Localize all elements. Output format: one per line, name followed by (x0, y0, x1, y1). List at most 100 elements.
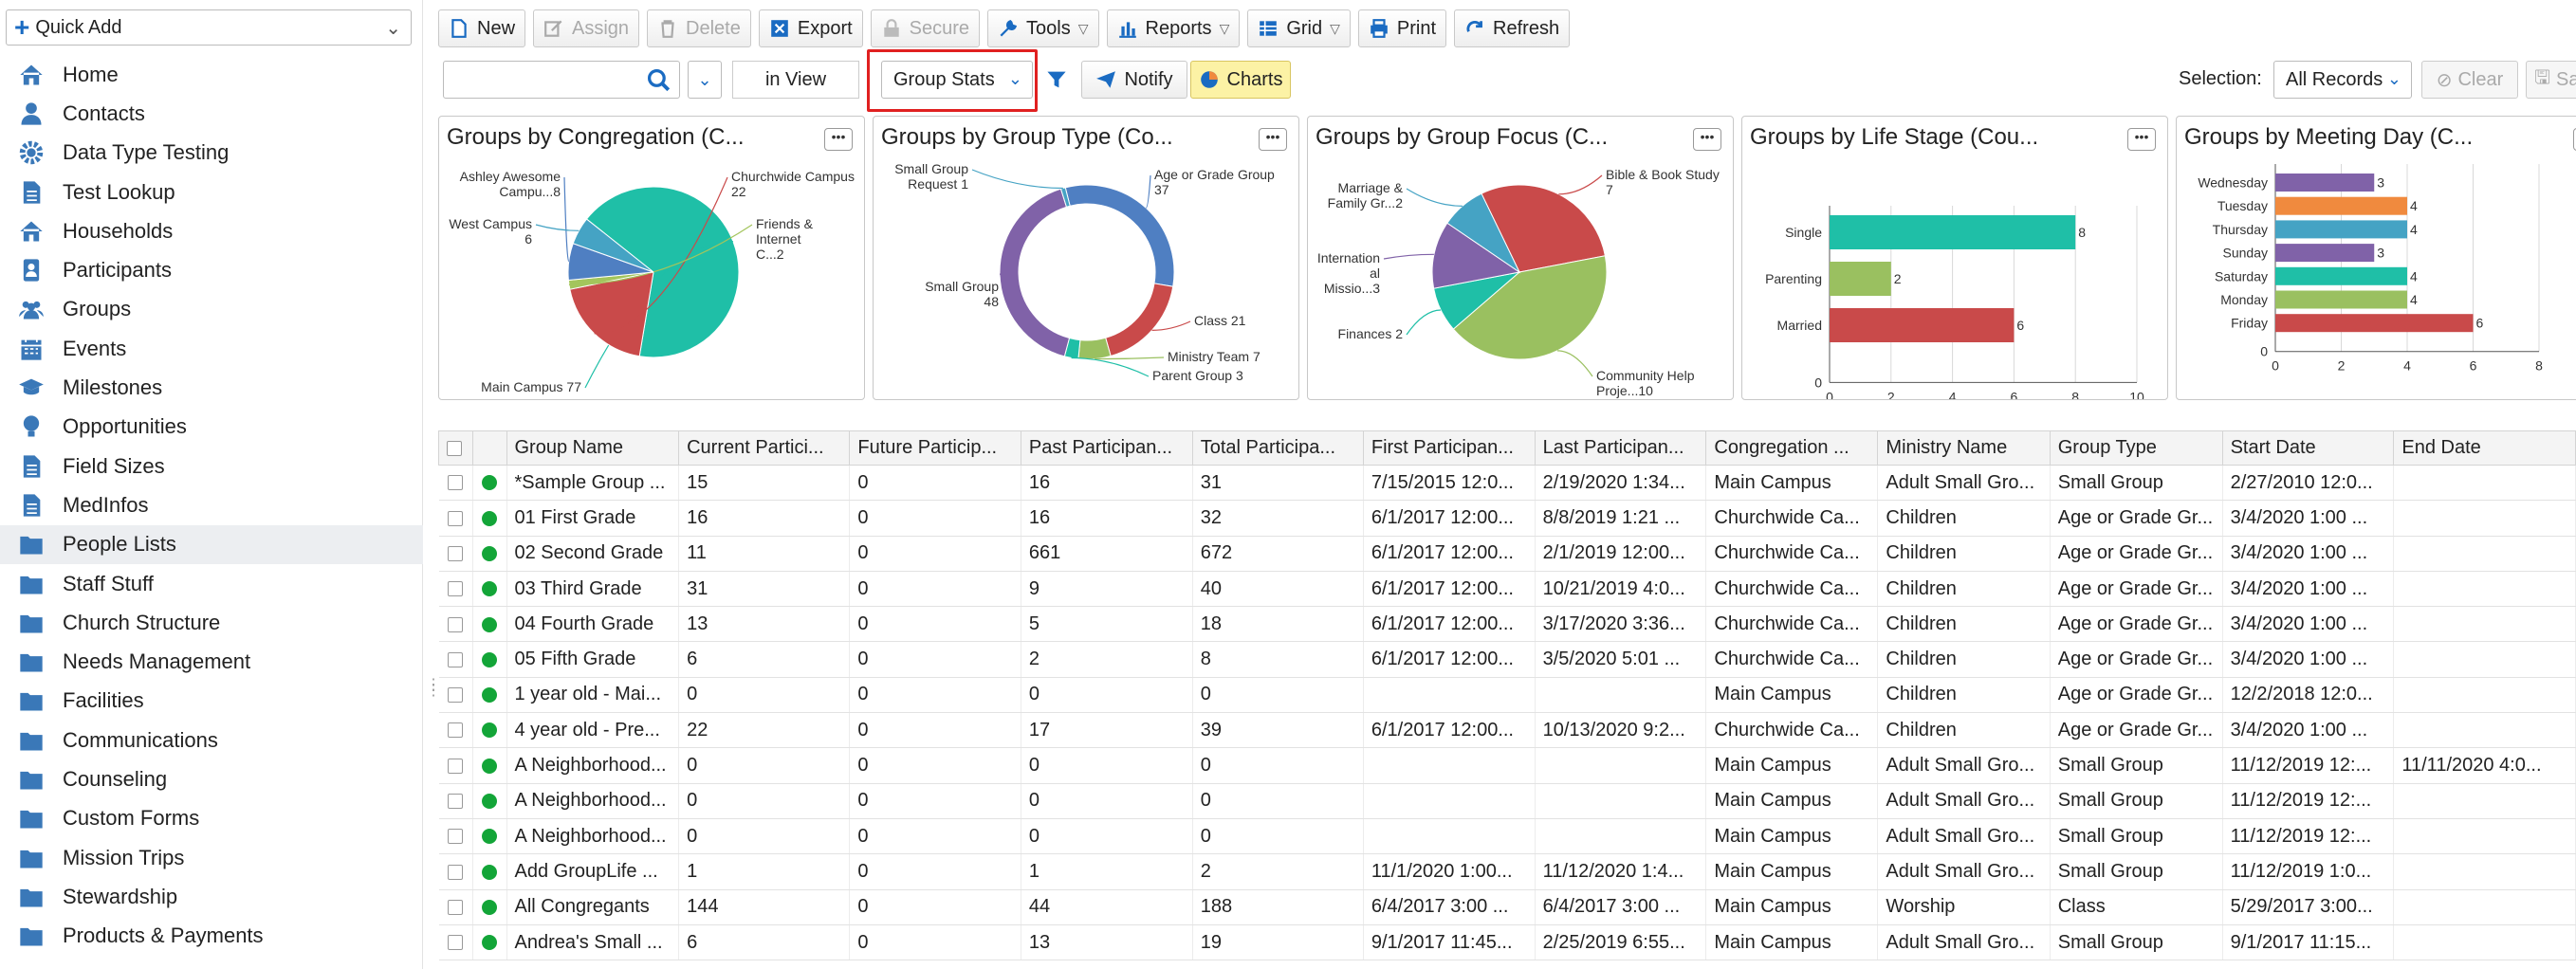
tools-button[interactable]: Tools ▽ (987, 9, 1099, 47)
sidebar-item-data-type-testing[interactable]: Data Type Testing (0, 134, 423, 173)
table-row[interactable]: 04 Fourth Grade 13 0 5 18 6/1/2017 12:00... 3/… (438, 606, 2576, 643)
table-cell[interactable]: 4 year old - Pre... (506, 712, 680, 749)
column-header[interactable]: Future Particip... (849, 430, 1021, 466)
clear-selection-button[interactable]: ⊘ Clear (2421, 61, 2518, 99)
sidebar-item-facilities[interactable]: Facilities (0, 682, 423, 721)
reports-button[interactable]: Reports ▽ (1106, 9, 1241, 47)
table-cell[interactable]: 01 First Grade (506, 500, 680, 537)
row-checkbox[interactable] (448, 510, 464, 526)
column-header[interactable]: Current Partici... (678, 430, 851, 466)
sidebar-item-mission-trips[interactable]: Mission Trips (0, 838, 423, 877)
sidebar-item-test-lookup[interactable]: Test Lookup (0, 173, 423, 211)
new-button[interactable]: New (438, 9, 526, 47)
column-header[interactable]: Total Participa... (1191, 430, 1364, 466)
sidebar-item-milestones[interactable]: Milestones (0, 368, 423, 407)
delete-button[interactable]: Delete (647, 9, 751, 47)
row-select-cell[interactable] (438, 712, 473, 749)
table-cell[interactable]: 03 Third Grade (506, 571, 680, 608)
search-input[interactable] (443, 61, 680, 99)
row-checkbox[interactable] (448, 616, 464, 632)
sidebar-item-products-payments[interactable]: Products & Payments (0, 917, 423, 956)
row-checkbox[interactable] (448, 899, 464, 915)
select-all-checkbox[interactable] (447, 440, 462, 456)
row-checkbox[interactable] (448, 687, 464, 704)
bar[interactable] (2275, 174, 2375, 192)
bar[interactable] (1830, 308, 2015, 342)
table-row[interactable]: A Neighborhood... 0 0 0 0 Main Campus Adult Sm… (438, 818, 2576, 855)
row-select-cell[interactable] (438, 889, 473, 925)
table-row[interactable]: 05 Fifth Grade 6 0 2 8 6/1/2017 12:00... 3/5/2… (438, 641, 2576, 678)
row-select-cell[interactable] (438, 465, 473, 502)
selection-select[interactable]: All Records ⌄ (2273, 61, 2412, 99)
pie-slice[interactable] (1105, 283, 1174, 357)
quick-add-select[interactable]: + Quick Add ⌄ (6, 9, 412, 46)
table-row[interactable]: 03 Third Grade 31 0 9 40 6/1/2017 12:00... 10/… (438, 571, 2576, 608)
sidebar-item-groups[interactable]: Groups (0, 290, 423, 329)
sidebar-item-opportunities[interactable]: Opportunities (0, 408, 423, 447)
column-header[interactable]: Past Participan... (1020, 430, 1193, 466)
column-header[interactable]: End Date (2393, 430, 2576, 466)
row-select-cell[interactable] (438, 853, 473, 890)
row-checkbox[interactable] (448, 651, 464, 667)
sidebar-item-counseling[interactable]: Counseling (0, 759, 423, 798)
more-options-button[interactable]: ••• (1259, 128, 1287, 151)
table-row[interactable]: A Neighborhood... 0 0 0 0 Main Campus Adult Sm… (438, 783, 2576, 819)
column-header[interactable]: First Participan... (1362, 430, 1536, 466)
table-cell[interactable]: Andrea's Small ... (506, 924, 680, 961)
select-all-column[interactable] (438, 430, 473, 466)
table-row[interactable]: 02 Second Grade 11 0 661 672 6/1/2017 12:00..… (438, 536, 2576, 572)
sidebar-item-events[interactable]: Events (0, 329, 423, 368)
row-checkbox[interactable] (448, 935, 464, 951)
grid-button[interactable]: Grid ▽ (1247, 9, 1351, 47)
save-selection-button[interactable]: 🖫 Sav (2526, 61, 2576, 99)
pie-slice[interactable] (1064, 184, 1175, 287)
table-cell[interactable]: A Neighborhood... (506, 818, 680, 855)
sidebar-item-contacts[interactable]: Contacts (0, 94, 423, 133)
table-row[interactable]: 4 year old - Pre... 22 0 17 39 6/1/2017 12:00… (438, 712, 2576, 749)
table-row[interactable]: 01 First Grade 16 0 16 32 6/1/2017 12:00... 8/… (438, 500, 2576, 537)
more-options-button[interactable]: ••• (1693, 128, 1721, 151)
table-row[interactable]: Add GroupLife ... 1 0 1 2 11/1/2020 1:00... 11… (438, 853, 2576, 890)
row-checkbox[interactable] (448, 829, 464, 845)
table-row[interactable]: 1 year old - Mai... 0 0 0 0 Main Campus Childr… (438, 677, 2576, 714)
table-cell[interactable]: Add GroupLife ... (506, 853, 680, 890)
sidebar-item-needs-management[interactable]: Needs Management (0, 642, 423, 681)
row-select-cell[interactable] (438, 500, 473, 537)
row-select-cell[interactable] (438, 641, 473, 678)
notify-button[interactable]: Notify (1081, 61, 1187, 99)
bar[interactable] (2275, 220, 2407, 239)
sidebar-item-staff-stuff[interactable]: Staff Stuff (0, 564, 423, 603)
sidebar-item-medinfos[interactable]: MedInfos (0, 485, 423, 524)
table-cell[interactable]: A Neighborhood... (506, 747, 680, 784)
table-row[interactable]: Andrea's Small ... 6 0 13 19 9/1/2017 11:45..… (438, 924, 2576, 961)
table-row[interactable]: A Neighborhood... 0 0 0 0 Main Campus Adult Sm… (438, 747, 2576, 784)
sidebar-item-home[interactable]: Home (0, 55, 423, 94)
row-checkbox[interactable] (448, 581, 464, 597)
row-select-cell[interactable] (438, 924, 473, 961)
bar[interactable] (2275, 266, 2407, 285)
table-row[interactable]: All Congregants 144 0 44 188 6/4/2017 3:00 ..… (438, 889, 2576, 925)
sidebar-item-communications[interactable]: Communications (0, 721, 423, 759)
row-checkbox[interactable] (448, 722, 464, 739)
more-options-button[interactable]: ••• (2127, 128, 2156, 151)
assign-button[interactable]: Assign (533, 9, 640, 47)
more-options-button[interactable]: ••• (824, 128, 853, 151)
column-header[interactable]: Ministry Name (1877, 430, 2051, 466)
refresh-button[interactable]: Refresh (1454, 9, 1571, 47)
table-cell[interactable]: 05 Fifth Grade (506, 641, 680, 678)
column-header[interactable]: Group Type (2049, 430, 2223, 466)
row-select-cell[interactable] (438, 606, 473, 643)
secure-button[interactable]: Secure (870, 9, 981, 47)
row-checkbox[interactable] (448, 475, 464, 491)
column-header[interactable]: Start Date (2221, 430, 2395, 466)
sidebar-resize-handle[interactable]: ⋮ ⋮ (426, 678, 441, 711)
pie-slice[interactable] (1077, 337, 1112, 360)
row-select-cell[interactable] (438, 783, 473, 819)
filter-button[interactable] (1040, 61, 1073, 99)
bar[interactable] (2275, 196, 2407, 215)
sidebar-item-participants[interactable]: Participants (0, 250, 423, 289)
row-select-cell[interactable] (438, 677, 473, 714)
sidebar-item-stewardship[interactable]: Stewardship (0, 877, 423, 916)
table-cell[interactable]: A Neighborhood... (506, 783, 680, 819)
row-checkbox[interactable] (448, 545, 464, 561)
